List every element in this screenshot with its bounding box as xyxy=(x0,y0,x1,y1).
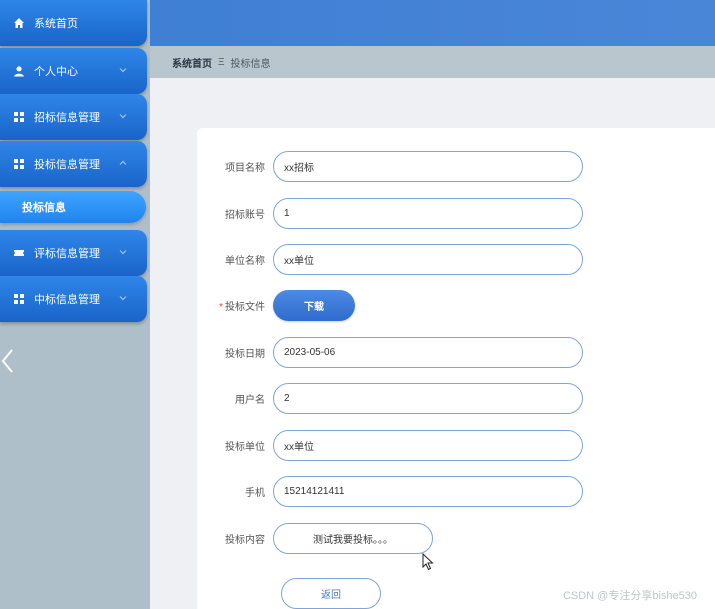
watermark: CSDN @专注分享bishe530 xyxy=(562,590,697,602)
sidebar-item-label: 评标信息管理 xyxy=(34,248,100,260)
bid-content-label: 投标内容 xyxy=(225,534,265,546)
grid-icon xyxy=(12,157,26,171)
chevron-left-icon[interactable] xyxy=(0,348,18,374)
chevron-down-icon xyxy=(119,296,127,301)
project-name-label: 项目名称 xyxy=(225,162,265,174)
bid-unit-label: 投标单位 xyxy=(225,441,265,453)
form-row-phone: 手机 15214121411 xyxy=(197,474,583,508)
bid-date-field[interactable]: 2023-05-06 xyxy=(273,336,583,368)
required-mark: * xyxy=(219,301,223,313)
form-row-tender-account: 招标账号 1 xyxy=(197,196,583,230)
return-button[interactable]: 返回 xyxy=(281,578,381,609)
sidebar-item-label: 个人中心 xyxy=(34,66,78,78)
breadcrumb: 系统首页 Ξ 投标信息 xyxy=(150,46,715,78)
unit-name-label: 单位名称 xyxy=(225,255,265,267)
grid-icon xyxy=(12,110,26,124)
tender-account-label: 招标账号 xyxy=(225,209,265,221)
bid-date-label: 投标日期 xyxy=(225,348,265,360)
bid-content-field[interactable]: 测试我要投标。。。 xyxy=(273,522,433,554)
home-icon xyxy=(12,16,26,30)
mouse-cursor-icon xyxy=(422,553,434,571)
bid-file-label-text: 投标文件 xyxy=(225,301,265,313)
sidebar: 系统首页 个人中心 招标信息管理 投标信息管理 投标信息 评标信息管理 中标信息… xyxy=(0,0,150,609)
form-row-bid-file: * 投标文件 下载 xyxy=(197,288,355,322)
breadcrumb-separator: Ξ xyxy=(218,56,225,68)
breadcrumb-current: 投标信息 xyxy=(230,58,271,70)
bid-file-label: * 投标文件 xyxy=(197,298,273,313)
form-row-project-name: 项目名称 xx招标 xyxy=(197,149,583,183)
bid-unit-field[interactable]: xx单位 xyxy=(273,429,583,461)
sidebar-item-label: 招标信息管理 xyxy=(34,112,100,124)
form-row-bid-unit: 投标单位 xx单位 xyxy=(197,428,583,462)
phone-field[interactable]: 15214121411 xyxy=(273,475,583,507)
tender-account-field[interactable]: 1 xyxy=(273,197,583,229)
form-row-unit-name: 单位名称 xx单位 xyxy=(197,242,583,276)
ticket-icon xyxy=(12,246,26,260)
phone-label: 手机 xyxy=(245,487,265,499)
sidebar-item-award-management[interactable]: 中标信息管理 xyxy=(0,276,147,322)
sidebar-item-evaluation-management[interactable]: 评标信息管理 xyxy=(0,230,147,276)
project-name-field[interactable]: xx招标 xyxy=(273,150,583,182)
sidebar-item-tender-management[interactable]: 招标信息管理 xyxy=(0,94,147,140)
sidebar-subitem-label: 投标信息 xyxy=(22,202,66,214)
form-row-bid-date: 投标日期 2023-05-06 xyxy=(197,335,583,369)
unit-name-field[interactable]: xx单位 xyxy=(273,243,583,275)
sidebar-item-label: 系统首页 xyxy=(34,18,78,30)
chevron-down-icon xyxy=(119,250,127,255)
chevron-down-icon xyxy=(119,68,127,73)
form-row-username: 用户名 2 xyxy=(197,381,583,415)
user-icon xyxy=(12,64,26,78)
sidebar-item-label: 中标信息管理 xyxy=(34,294,100,306)
top-header xyxy=(150,0,715,46)
chevron-up-icon xyxy=(119,160,127,165)
sidebar-item-home[interactable]: 系统首页 xyxy=(0,0,147,46)
form-row-bid-content: 投标内容 测试我要投标。。。 xyxy=(197,521,433,555)
username-label: 用户名 xyxy=(235,394,265,406)
grid-icon xyxy=(12,292,26,306)
sidebar-item-label: 投标信息管理 xyxy=(34,159,100,171)
sidebar-subitem-bid-info[interactable]: 投标信息 xyxy=(0,191,146,223)
breadcrumb-home[interactable]: 系统首页 xyxy=(172,55,212,70)
username-field[interactable]: 2 xyxy=(273,382,583,414)
sidebar-item-personal-center[interactable]: 个人中心 xyxy=(0,48,147,94)
chevron-down-icon xyxy=(119,114,127,119)
download-button[interactable]: 下载 xyxy=(273,289,355,321)
sidebar-item-bid-management[interactable]: 投标信息管理 xyxy=(0,141,147,187)
